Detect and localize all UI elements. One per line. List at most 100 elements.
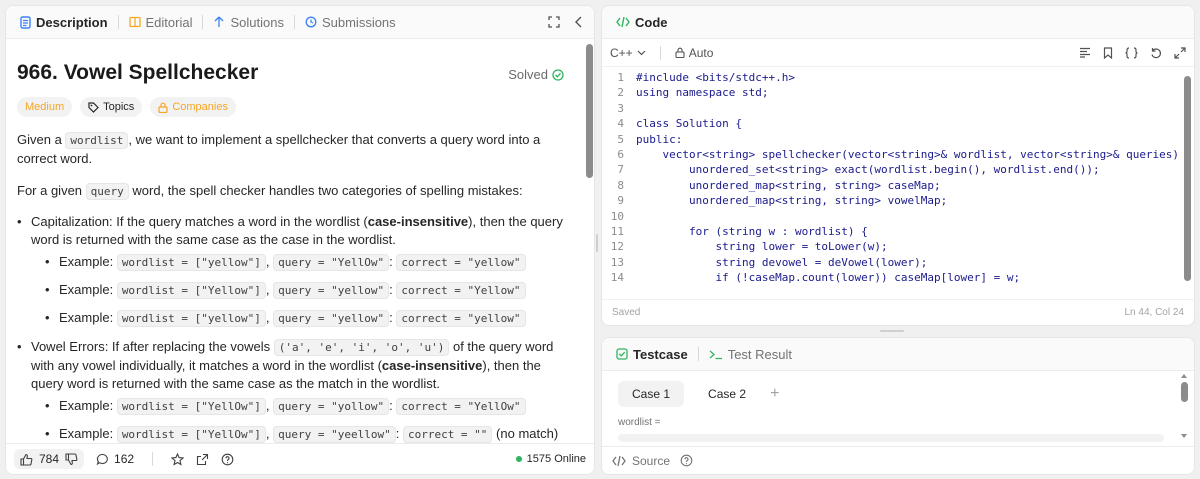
code-text: unordered_map<string, string> vowelMap;: [636, 194, 948, 208]
braces-icon[interactable]: [1125, 46, 1138, 59]
difficulty-badge[interactable]: Medium: [17, 97, 73, 117]
tab-description-label: Description: [36, 14, 108, 30]
testcase-footer: Source: [602, 446, 1194, 474]
code-line[interactable]: 9 unordered_map<string, string> vowelMap…: [602, 193, 1184, 208]
companies-tag[interactable]: Companies: [150, 97, 236, 117]
code-line[interactable]: 1 #include <bits/stdc++.h>: [602, 70, 1184, 85]
tab-code-label: Code: [635, 14, 668, 30]
description-content: 966. Vowel Spellchecker Solved Medium To…: [6, 39, 584, 447]
bookmark-icon[interactable]: [1103, 46, 1113, 59]
solved-label: Solved: [508, 67, 548, 82]
tab-test-result[interactable]: Test Result: [705, 347, 796, 362]
lock-icon: [675, 47, 685, 58]
code-line[interactable]: 13 string devowel = deVowel(lower);: [602, 255, 1184, 270]
description-footer: 784 162 1575 Online: [6, 443, 594, 474]
tab-editorial-label: Editorial: [145, 14, 193, 30]
tab-testcase[interactable]: Testcase: [612, 347, 692, 362]
inline-code: correct = "": [402, 426, 493, 443]
scroll-down-icon[interactable]: [1181, 434, 1187, 438]
code-line[interactable]: 7 unordered_set<string> exact(wordlist.b…: [602, 162, 1184, 177]
code-line[interactable]: 5 public:: [602, 132, 1184, 147]
source-button[interactable]: Source: [612, 454, 670, 468]
expand-icon[interactable]: [1174, 46, 1186, 59]
companies-label: Companies: [172, 101, 228, 113]
case-1-tab[interactable]: Case 1: [618, 381, 685, 407]
help-icon[interactable]: [680, 454, 693, 467]
description-paragraph-2: For a given query word, the spell checke…: [17, 183, 523, 200]
thumbs-down-icon[interactable]: [65, 452, 78, 466]
line-number: 1: [617, 71, 624, 84]
help-icon[interactable]: [221, 453, 234, 466]
tag-row: Medium Topics Companies: [17, 97, 573, 117]
check-circle-icon: [552, 68, 564, 81]
line-number: 8: [617, 178, 624, 192]
description-icon: [20, 15, 31, 29]
inline-code: query = "YellOw": [273, 254, 390, 271]
solutions-icon: [213, 16, 225, 28]
auto-toggle[interactable]: Auto: [675, 46, 713, 60]
code-line[interactable]: 8 unordered_map<string, string> caseMap;: [602, 178, 1184, 193]
inline-code: correct = "Yellow": [396, 282, 526, 299]
save-status: Saved: [612, 307, 641, 318]
testcase-scrollbar[interactable]: [1181, 382, 1188, 402]
code-brackets-icon: [612, 455, 626, 467]
tab-solutions[interactable]: Solutions: [209, 15, 287, 30]
code-line[interactable]: 2 using namespace std;: [602, 85, 1184, 100]
tab-testcase-label: Testcase: [633, 346, 688, 362]
share-icon[interactable]: [196, 453, 209, 466]
description-scrollbar[interactable]: [586, 44, 593, 178]
language-select[interactable]: C++: [610, 46, 646, 60]
online-count: 1575 Online: [526, 453, 586, 465]
line-number: 10: [610, 209, 624, 223]
thumbs-up-icon[interactable]: [20, 453, 33, 466]
inline-code: wordlist = ["Yellow"]: [116, 282, 266, 299]
example-item: Example: wordlist = ["Yellow"], query = …: [45, 281, 573, 300]
tab-code[interactable]: Code: [612, 15, 672, 30]
code-line[interactable]: 12 string lower = toLower(w);: [602, 239, 1184, 254]
line-number: 7: [617, 163, 624, 177]
case-2-tab[interactable]: Case 2: [694, 381, 760, 407]
fullscreen-icon[interactable]: [548, 16, 560, 28]
add-case-icon[interactable]: +: [770, 385, 779, 403]
code-line[interactable]: 11 for (string w : wordlist) {: [602, 224, 1184, 239]
tab-description[interactable]: Description: [16, 15, 112, 30]
format-icon[interactable]: [1079, 47, 1091, 59]
code-line[interactable]: 6 vector<string> spellchecker(vector<str…: [602, 147, 1184, 162]
inline-code: correct = "yellow": [396, 254, 526, 271]
code-line[interactable]: 14 if (!caseMap.count(lower)) caseMap[lo…: [602, 270, 1184, 285]
wordlist-input[interactable]: [618, 434, 1164, 442]
submissions-icon: [305, 16, 317, 28]
code-text: using namespace std;: [636, 86, 769, 100]
lock-icon: [158, 102, 168, 113]
topics-label: Topics: [103, 101, 135, 113]
comment-icon: [96, 453, 109, 466]
testcase-panel: Testcase Test Result Case 1 Case 2 + wor…: [601, 337, 1195, 475]
reset-icon[interactable]: [1150, 47, 1162, 59]
code-line[interactable]: 10: [602, 209, 1184, 224]
star-icon[interactable]: [171, 452, 185, 466]
collapse-left-icon[interactable]: [574, 16, 584, 28]
code-editor[interactable]: 1 #include <bits/stdc++.h> 2 using namespac…: [602, 70, 1184, 292]
tab-editorial[interactable]: Editorial: [125, 15, 197, 30]
inline-code: query: [85, 183, 129, 200]
online-dot-icon: [515, 456, 522, 462]
code-line[interactable]: 3: [602, 101, 1184, 116]
code-panel: Code C++ Auto 1 #include <bits/stdc++.h>…: [601, 5, 1195, 326]
description-paragraph-1: Given a wordlist, we want to implement a…: [17, 132, 541, 166]
source-label: Source: [632, 453, 671, 468]
code-scrollbar[interactable]: [1184, 76, 1191, 281]
scroll-up-icon[interactable]: [1181, 374, 1187, 378]
code-line[interactable]: 4 class Solution {: [602, 116, 1184, 131]
inline-code: correct = "yellow": [396, 310, 526, 327]
tab-submissions[interactable]: Submissions: [301, 15, 400, 30]
tab-solutions-label: Solutions: [230, 14, 284, 30]
cursor-position: Ln 44, Col 24: [1124, 307, 1185, 318]
example-item: Example: wordlist = ["yellow"], query = …: [45, 309, 573, 328]
comments-button[interactable]: 162: [96, 452, 134, 466]
horizontal-resize-handle[interactable]: [880, 330, 904, 332]
vertical-resize-handle[interactable]: [596, 234, 598, 252]
topics-tag[interactable]: Topics: [80, 97, 143, 117]
code-status-bar: Saved Ln 44, Col 24: [602, 299, 1194, 325]
checkbox-icon: [616, 348, 628, 360]
code-text: vector<string> spellchecker(vector<strin…: [636, 147, 1184, 161]
